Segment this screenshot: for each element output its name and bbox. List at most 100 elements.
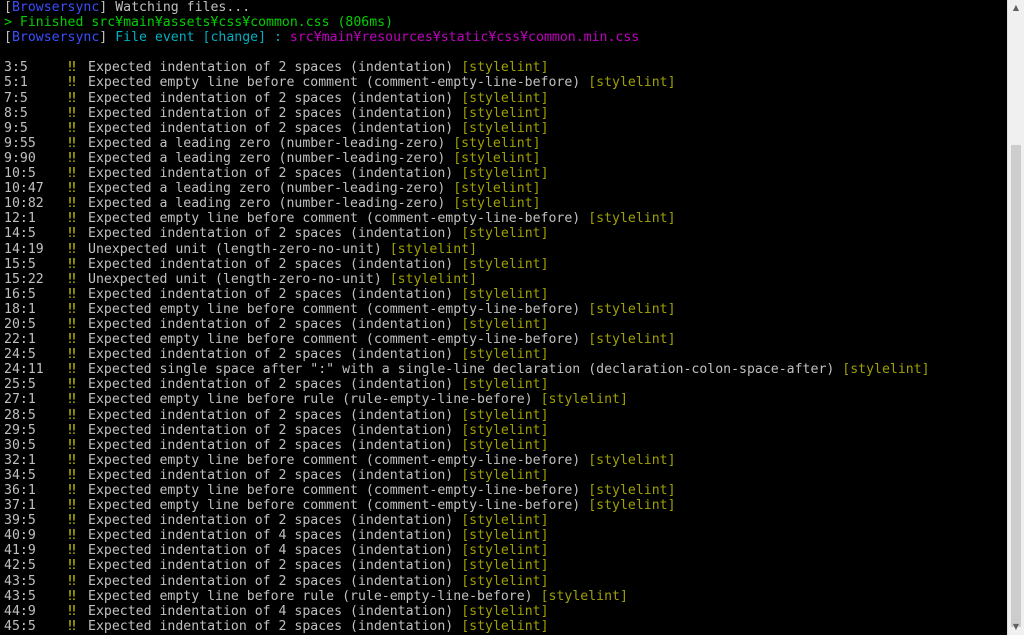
lint-position: 22:1 bbox=[4, 332, 36, 348]
lint-position: 10:47 bbox=[4, 181, 44, 197]
finished-line: > Finished src¥main¥assets¥css¥common.cs… bbox=[4, 15, 1004, 30]
lint-row: 12:1 ‼ Expected empty line before comment … bbox=[4, 211, 1004, 226]
lint-row: 10:47 ‼ Expected a leading zero (number-le… bbox=[4, 181, 1004, 196]
lint-row: 29:5 ‼ Expected indentation of 2 spaces (i… bbox=[4, 423, 1004, 438]
lint-row: 41:9 ‼ Expected indentation of 4 spaces (i… bbox=[4, 543, 1004, 558]
lint-position: 24:11 bbox=[4, 362, 44, 378]
warning-icon: ‼ bbox=[68, 437, 76, 453]
lint-position: 16:5 bbox=[4, 286, 36, 302]
lint-row: 9:5 ‼ Expected indentation of 2 spaces (in… bbox=[4, 121, 1004, 136]
lint-message: Expected indentation of 2 spaces (indent… bbox=[88, 558, 454, 574]
warning-icon: ‼ bbox=[68, 573, 76, 589]
warning-icon: ‼ bbox=[68, 181, 76, 197]
lint-message: Expected indentation of 2 spaces (indent… bbox=[88, 347, 454, 363]
lint-message: Unexpected unit (length-zero-no-unit) bbox=[88, 241, 382, 257]
bracket-open: [ bbox=[4, 30, 12, 46]
lint-row: 20:5 ‼ Expected indentation of 2 spaces (i… bbox=[4, 317, 1004, 332]
lint-row: 43:5 ‼ Expected indentation of 2 spaces (i… bbox=[4, 574, 1004, 589]
lint-row: 40:9 ‼ Expected indentation of 4 spaces (i… bbox=[4, 528, 1004, 543]
lint-row: 14:19 ‼ Unexpected unit (length-zero-no-un… bbox=[4, 242, 1004, 257]
lint-position: 20:5 bbox=[4, 316, 36, 332]
lint-row: 10:5 ‼ Expected indentation of 2 spaces (i… bbox=[4, 166, 1004, 181]
lint-position: 40:9 bbox=[4, 528, 36, 544]
lint-message: Expected empty line before comment (comm… bbox=[88, 301, 581, 317]
file-path: src¥main¥resources¥static¥css¥common.min… bbox=[289, 30, 640, 46]
lint-row: 18:1 ‼ Expected empty line before comment … bbox=[4, 302, 1004, 317]
stylelint-tag: [stylelint] bbox=[588, 483, 676, 498]
stylelint-tag: [stylelint] bbox=[461, 407, 549, 423]
lint-position: 43:5 bbox=[4, 573, 36, 589]
stylelint-tag: [stylelint] bbox=[461, 603, 549, 619]
warning-icon: ‼ bbox=[68, 105, 76, 121]
warning-icon: ‼ bbox=[68, 60, 76, 76]
warning-icon: ‼ bbox=[68, 467, 76, 483]
lint-position: 24:5 bbox=[4, 347, 36, 363]
lint-message: Expected indentation of 2 spaces (indent… bbox=[88, 573, 454, 589]
stylelint-tag: [stylelint] bbox=[461, 377, 549, 393]
scroll-thumb[interactable] bbox=[1011, 145, 1021, 627]
lint-message: Expected indentation of 2 spaces (indent… bbox=[88, 60, 454, 76]
stylelint-tag: [stylelint] bbox=[461, 558, 549, 574]
lint-row: 27:1 ‼ Expected empty line before rule (ru… bbox=[4, 392, 1004, 407]
lint-row: 15:5 ‼ Expected indentation of 2 spaces (i… bbox=[4, 257, 1004, 272]
file-event-line: [Browsersync] File event [change] : src¥… bbox=[4, 30, 1004, 45]
lint-message: Expected a leading zero (number-leading-… bbox=[88, 196, 446, 212]
warning-icon: ‼ bbox=[68, 347, 76, 363]
stylelint-tag: [stylelint] bbox=[588, 301, 676, 317]
stylelint-tag: [stylelint] bbox=[461, 166, 549, 182]
lint-position: 18:1 bbox=[4, 301, 36, 317]
lint-row: 43:5 ‼ Expected empty line before rule (ru… bbox=[4, 589, 1004, 604]
stylelint-tag: [stylelint] bbox=[461, 226, 549, 242]
browsersync-watching-line: [Browsersync] Watching files... bbox=[4, 0, 1004, 15]
warning-icon: ‼ bbox=[68, 588, 76, 604]
scroll-down-arrow-icon[interactable]: ▼ bbox=[1008, 619, 1024, 635]
lint-position: 9:55 bbox=[4, 135, 36, 151]
lint-position: 7:5 bbox=[4, 90, 28, 106]
terminal-output: [Browsersync] Watching files... > Finish… bbox=[4, 0, 1004, 635]
lint-position: 41:9 bbox=[4, 543, 36, 559]
lint-message: Expected empty line before comment (comm… bbox=[88, 483, 581, 498]
warning-icon: ‼ bbox=[68, 407, 76, 423]
lint-row: 8:5 ‼ Expected indentation of 2 spaces (in… bbox=[4, 106, 1004, 121]
lint-row: 9:90 ‼ Expected a leading zero (number-lea… bbox=[4, 151, 1004, 166]
lint-message: Expected indentation of 2 spaces (indent… bbox=[88, 286, 454, 302]
stylelint-tag: [stylelint] bbox=[588, 75, 676, 91]
stylelint-tag: [stylelint] bbox=[461, 286, 549, 302]
warning-icon: ‼ bbox=[68, 135, 76, 151]
browsersync-tag: Browsersync bbox=[11, 30, 100, 46]
stylelint-tag: [stylelint] bbox=[461, 120, 549, 136]
stylelint-tag: [stylelint] bbox=[461, 467, 549, 483]
lint-message: Expected indentation of 2 spaces (indent… bbox=[88, 467, 454, 483]
warning-icon: ‼ bbox=[68, 256, 76, 272]
lint-message: Expected indentation of 2 spaces (indent… bbox=[88, 513, 454, 529]
lint-message: Expected empty line before comment (comm… bbox=[88, 75, 581, 91]
scroll-up-arrow-icon[interactable]: ▲ bbox=[1008, 0, 1024, 16]
warning-icon: ‼ bbox=[68, 75, 76, 91]
lint-row: 39:5 ‼ Expected indentation of 2 spaces (i… bbox=[4, 513, 1004, 528]
stylelint-tag: [stylelint] bbox=[461, 422, 549, 438]
lint-row: 22:1 ‼ Expected empty line before comment … bbox=[4, 332, 1004, 347]
stylelint-tag: [stylelint] bbox=[540, 588, 628, 604]
stylelint-tag: [stylelint] bbox=[461, 347, 549, 363]
stylelint-tag: [stylelint] bbox=[540, 392, 628, 408]
finished-text: Finished src¥main¥assets¥css¥common.css … bbox=[11, 15, 394, 31]
stylelint-tag: [stylelint] bbox=[453, 196, 541, 212]
browsersync-tag: Browsersync bbox=[11, 0, 100, 15]
lint-message: Expected indentation of 4 spaces (indent… bbox=[88, 543, 454, 559]
stylelint-tag: [stylelint] bbox=[461, 513, 549, 529]
lint-position: 14:19 bbox=[4, 241, 44, 257]
lint-message: Expected empty line before comment (comm… bbox=[88, 452, 581, 468]
warning-icon: ‼ bbox=[68, 211, 76, 227]
lint-message: Expected indentation of 2 spaces (indent… bbox=[88, 166, 454, 182]
vertical-scrollbar[interactable]: ▲ ▼ bbox=[1007, 0, 1024, 635]
warning-icon: ‼ bbox=[68, 241, 76, 257]
stylelint-tag: [stylelint] bbox=[842, 362, 930, 378]
stylelint-tag: [stylelint] bbox=[389, 271, 478, 287]
lint-message: Expected a leading zero (number-leading-… bbox=[88, 135, 446, 151]
lint-message: Expected indentation of 2 spaces (indent… bbox=[88, 407, 454, 423]
lint-position: 42:5 bbox=[4, 558, 36, 574]
lint-position: 25:5 bbox=[4, 377, 36, 393]
lint-position: 15:5 bbox=[4, 256, 36, 272]
warning-icon: ‼ bbox=[68, 226, 76, 242]
